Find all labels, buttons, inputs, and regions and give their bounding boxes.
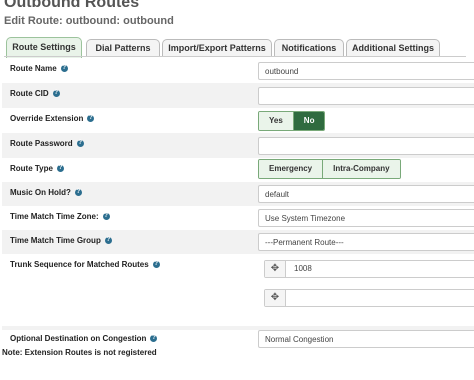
help-icon[interactable]: ?: [102, 213, 110, 221]
help-icon[interactable]: ?: [104, 237, 112, 245]
override-extension-toggle: Yes No: [258, 111, 326, 131]
help-icon[interactable]: ?: [152, 261, 160, 269]
tab-dial-patterns[interactable]: Dial Patterns: [86, 39, 160, 57]
time-zone-select[interactable]: Use System Timezone: [258, 209, 474, 227]
drag-handle-icon[interactable]: ✥: [265, 290, 286, 306]
congestion-label: Optional Destination on Congestion?: [10, 334, 158, 343]
route-name-input[interactable]: outbound: [258, 62, 474, 80]
help-icon[interactable]: ?: [56, 165, 64, 173]
override-yes-button[interactable]: Yes: [259, 112, 293, 130]
trunk-sequence-row: Trunk Sequence for Matched Routes? ✥ 100…: [2, 254, 474, 326]
route-password-input[interactable]: [258, 137, 474, 155]
tab-import-export-patterns[interactable]: Import/Export Patterns: [162, 39, 272, 57]
trunk-sequence-item[interactable]: ✥: [264, 289, 474, 307]
extension-routes-note: Note: Extension Routes is not registered: [2, 348, 157, 357]
route-name-label: Route Name?: [10, 64, 68, 73]
route-password-row: Route Password?: [2, 133, 474, 158]
time-group-select[interactable]: ---Permanent Route---: [258, 233, 474, 251]
route-type-intra-company-button[interactable]: Intra-Company: [322, 160, 400, 178]
trunk-select[interactable]: 1008: [286, 261, 312, 277]
congestion-row: Optional Destination on Congestion? Norm…: [2, 328, 474, 350]
congestion-select[interactable]: Normal Congestion: [258, 330, 474, 348]
override-extension-row: Override Extension? Yes No: [2, 108, 474, 133]
route-cid-input[interactable]: [258, 87, 474, 105]
trunk-sequence-label: Trunk Sequence for Matched Routes?: [10, 260, 160, 269]
route-password-label: Route Password?: [10, 139, 84, 148]
help-icon[interactable]: ?: [87, 115, 95, 123]
music-on-hold-select[interactable]: default: [258, 185, 474, 203]
help-icon[interactable]: ?: [150, 335, 158, 343]
tab-bar: Route Settings Dial Patterns Import/Expo…: [4, 37, 474, 58]
route-cid-row: Route CID?: [2, 83, 474, 108]
page-subtitle: Edit Route: outbound: outbound: [4, 15, 174, 27]
tab-divider: [4, 56, 466, 57]
route-type-label: Route Type?: [10, 164, 64, 173]
route-type-row: Route Type? Emergency Intra-Company: [2, 158, 474, 182]
tab-notifications[interactable]: Notifications: [274, 39, 344, 57]
tab-route-settings[interactable]: Route Settings: [6, 37, 82, 58]
route-cid-label: Route CID?: [10, 89, 60, 98]
music-on-hold-label: Music On Hold??: [10, 188, 82, 197]
help-icon[interactable]: ?: [76, 140, 84, 148]
page-title: Outbound Routes: [4, 0, 140, 11]
drag-handle-icon[interactable]: ✥: [265, 261, 286, 277]
help-icon[interactable]: ?: [52, 90, 60, 98]
tab-additional-settings[interactable]: Additional Settings: [346, 39, 440, 57]
time-group-row: Time Match Time Group? ---Permanent Rout…: [2, 230, 474, 254]
trunk-sequence-item[interactable]: ✥ 1008: [264, 260, 474, 278]
time-zone-row: Time Match Time Zone:? Use System Timezo…: [2, 206, 474, 230]
route-name-row: Route Name? outbound: [2, 58, 474, 83]
override-extension-label: Override Extension?: [10, 114, 95, 123]
time-zone-label: Time Match Time Zone:?: [10, 212, 110, 221]
override-no-button[interactable]: No: [292, 112, 325, 130]
route-type-toggle: Emergency Intra-Company: [258, 159, 401, 179]
help-icon[interactable]: ?: [60, 65, 68, 73]
trunk-select[interactable]: [286, 290, 294, 306]
music-on-hold-row: Music On Hold?? default: [2, 182, 474, 206]
help-icon[interactable]: ?: [74, 189, 82, 197]
time-group-label: Time Match Time Group?: [10, 236, 112, 245]
route-type-emergency-button[interactable]: Emergency: [259, 160, 323, 178]
